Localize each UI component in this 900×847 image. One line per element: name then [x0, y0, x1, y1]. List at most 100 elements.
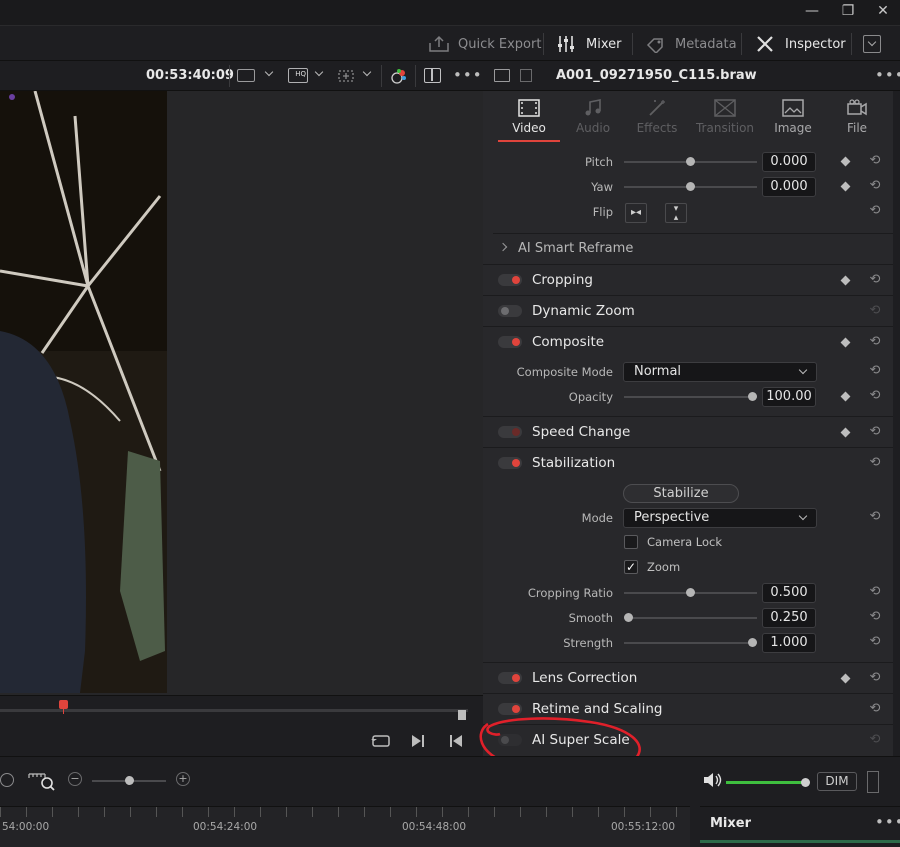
- reset-icon[interactable]: ⟲: [868, 425, 882, 439]
- composite-mode-dropdown[interactable]: Normal: [623, 362, 817, 382]
- more-options-icon[interactable]: •••: [875, 813, 900, 831]
- flip-horizontal-icon[interactable]: ▸◂: [625, 203, 647, 223]
- keyframe-icon[interactable]: [840, 156, 851, 167]
- chevron-down-icon[interactable]: [264, 67, 274, 77]
- tab-effects[interactable]: Effects: [626, 91, 688, 143]
- chevron-down-icon[interactable]: [314, 67, 324, 77]
- proxy-hq-icon[interactable]: HQ: [288, 68, 308, 83]
- lens-correction-section[interactable]: Lens Correction ⟲: [483, 662, 893, 692]
- reset-icon[interactable]: ⟲: [868, 335, 882, 349]
- tab-transition[interactable]: Transition: [694, 91, 756, 143]
- dim-button[interactable]: DIM: [817, 772, 857, 791]
- reset-icon[interactable]: ⟲: [868, 671, 882, 685]
- close-icon[interactable]: ✕: [867, 0, 899, 24]
- reset-icon[interactable]: ⟲: [868, 179, 882, 193]
- opacity-slider-knob[interactable]: [748, 392, 757, 401]
- viewer-size-icon[interactable]: [237, 69, 255, 82]
- zoom-checkbox[interactable]: ✓: [624, 560, 638, 574]
- reset-icon[interactable]: ⟲: [868, 154, 882, 168]
- keyframe-icon[interactable]: [840, 275, 851, 286]
- previous-frame-icon[interactable]: [449, 733, 463, 752]
- reset-icon[interactable]: ⟲: [868, 635, 882, 649]
- reset-icon[interactable]: ⟲: [868, 389, 882, 403]
- smooth-slider-knob[interactable]: [624, 613, 633, 622]
- strength-value[interactable]: 1.000: [762, 633, 816, 653]
- opacity-value[interactable]: 100.00: [762, 387, 816, 407]
- smooth-value[interactable]: 0.250: [762, 608, 816, 628]
- reset-icon[interactable]: ⟲: [868, 510, 882, 524]
- collapse-toolbar-button[interactable]: [863, 35, 881, 53]
- minimize-icon[interactable]: —: [796, 0, 828, 24]
- more-options-icon[interactable]: •••: [453, 66, 483, 84]
- smooth-slider[interactable]: [624, 613, 757, 622]
- reset-icon[interactable]: ⟲: [868, 702, 882, 716]
- stabilization-mode-dropdown[interactable]: Perspective: [623, 508, 817, 528]
- transform-overlay-icon[interactable]: [336, 68, 356, 88]
- reset-icon[interactable]: ⟲: [868, 733, 882, 747]
- quick-export-button[interactable]: Quick Export: [428, 26, 541, 62]
- split-view-icon[interactable]: [424, 68, 441, 83]
- keyframe-icon[interactable]: [840, 391, 851, 402]
- loop-icon[interactable]: [371, 733, 391, 752]
- restore-icon[interactable]: ❐: [832, 0, 864, 24]
- pitch-slider-knob[interactable]: [686, 157, 695, 166]
- cropping-section[interactable]: Cropping ⟲: [483, 264, 893, 294]
- speed-change-toggle[interactable]: [498, 426, 522, 438]
- volume-slider-knob[interactable]: [801, 778, 810, 787]
- reset-icon[interactable]: ⟲: [868, 610, 882, 624]
- out-point-marker[interactable]: [458, 710, 466, 720]
- keyframe-icon[interactable]: [840, 181, 851, 192]
- reset-icon[interactable]: ⟲: [868, 304, 882, 318]
- keyframe-icon[interactable]: [840, 427, 851, 438]
- cropping-toggle[interactable]: [498, 274, 522, 286]
- tab-file[interactable]: File: [826, 91, 888, 143]
- inspector-scrollbar[interactable]: [893, 91, 900, 756]
- scrub-bar[interactable]: [0, 709, 468, 712]
- more-options-icon[interactable]: •••: [875, 66, 900, 84]
- speaker-icon[interactable]: [703, 772, 723, 792]
- stabilization-section[interactable]: Stabilization ⟲: [483, 447, 893, 477]
- reset-icon[interactable]: ⟲: [868, 204, 882, 218]
- zoom-fit-icon[interactable]: [0, 773, 14, 787]
- mixer-button[interactable]: Mixer: [556, 26, 621, 62]
- timeline-zoom-icon[interactable]: [28, 771, 56, 795]
- flip-vertical-icon[interactable]: ▾ ▴: [665, 203, 687, 223]
- timeline-ruler[interactable]: 54:00:00 00:54:24:00 00:54:48:00 00:55:1…: [0, 806, 690, 847]
- tab-video[interactable]: Video: [498, 91, 560, 143]
- volume-slider[interactable]: [726, 781, 804, 784]
- zoom-slider-knob[interactable]: [125, 776, 134, 785]
- cropping-ratio-slider[interactable]: [624, 588, 757, 597]
- strength-slider[interactable]: [624, 638, 757, 647]
- reset-icon[interactable]: ⟲: [868, 585, 882, 599]
- yaw-value[interactable]: 0.000: [762, 177, 816, 197]
- tab-image[interactable]: Image: [762, 91, 824, 143]
- dynamic-zoom-toggle[interactable]: [498, 305, 522, 317]
- next-frame-icon[interactable]: [411, 733, 425, 752]
- tab-audio[interactable]: Audio: [562, 91, 624, 143]
- opacity-slider[interactable]: [624, 392, 757, 401]
- camera-lock-checkbox[interactable]: [624, 535, 638, 549]
- keyframe-icon[interactable]: [840, 337, 851, 348]
- lens-correction-toggle[interactable]: [498, 672, 522, 684]
- metadata-button[interactable]: Metadata: [645, 26, 737, 62]
- zoom-out-icon[interactable]: −: [68, 772, 82, 786]
- strength-slider-knob[interactable]: [748, 638, 757, 647]
- pitch-value[interactable]: 0.000: [762, 152, 816, 172]
- reset-icon[interactable]: ⟲: [868, 273, 882, 287]
- reset-icon[interactable]: ⟲: [868, 364, 882, 378]
- pitch-slider[interactable]: [624, 157, 757, 166]
- zoom-slider[interactable]: [92, 776, 166, 785]
- inspector-button[interactable]: Inspector: [756, 26, 846, 62]
- speed-change-section[interactable]: Speed Change ⟲: [483, 416, 893, 446]
- chevron-down-icon[interactable]: [362, 67, 372, 77]
- composite-toggle[interactable]: [498, 336, 522, 348]
- yaw-slider[interactable]: [624, 182, 757, 191]
- composite-section[interactable]: Composite ⟲: [483, 326, 893, 356]
- stabilization-toggle[interactable]: [498, 457, 522, 469]
- cropping-ratio-slider-knob[interactable]: [686, 588, 695, 597]
- stabilize-button[interactable]: Stabilize: [623, 484, 739, 503]
- yaw-slider-knob[interactable]: [686, 182, 695, 191]
- reset-icon[interactable]: ⟲: [868, 456, 882, 470]
- zoom-in-icon[interactable]: +: [176, 772, 190, 786]
- smart-reframe-row[interactable]: AI Smart Reframe: [493, 233, 893, 264]
